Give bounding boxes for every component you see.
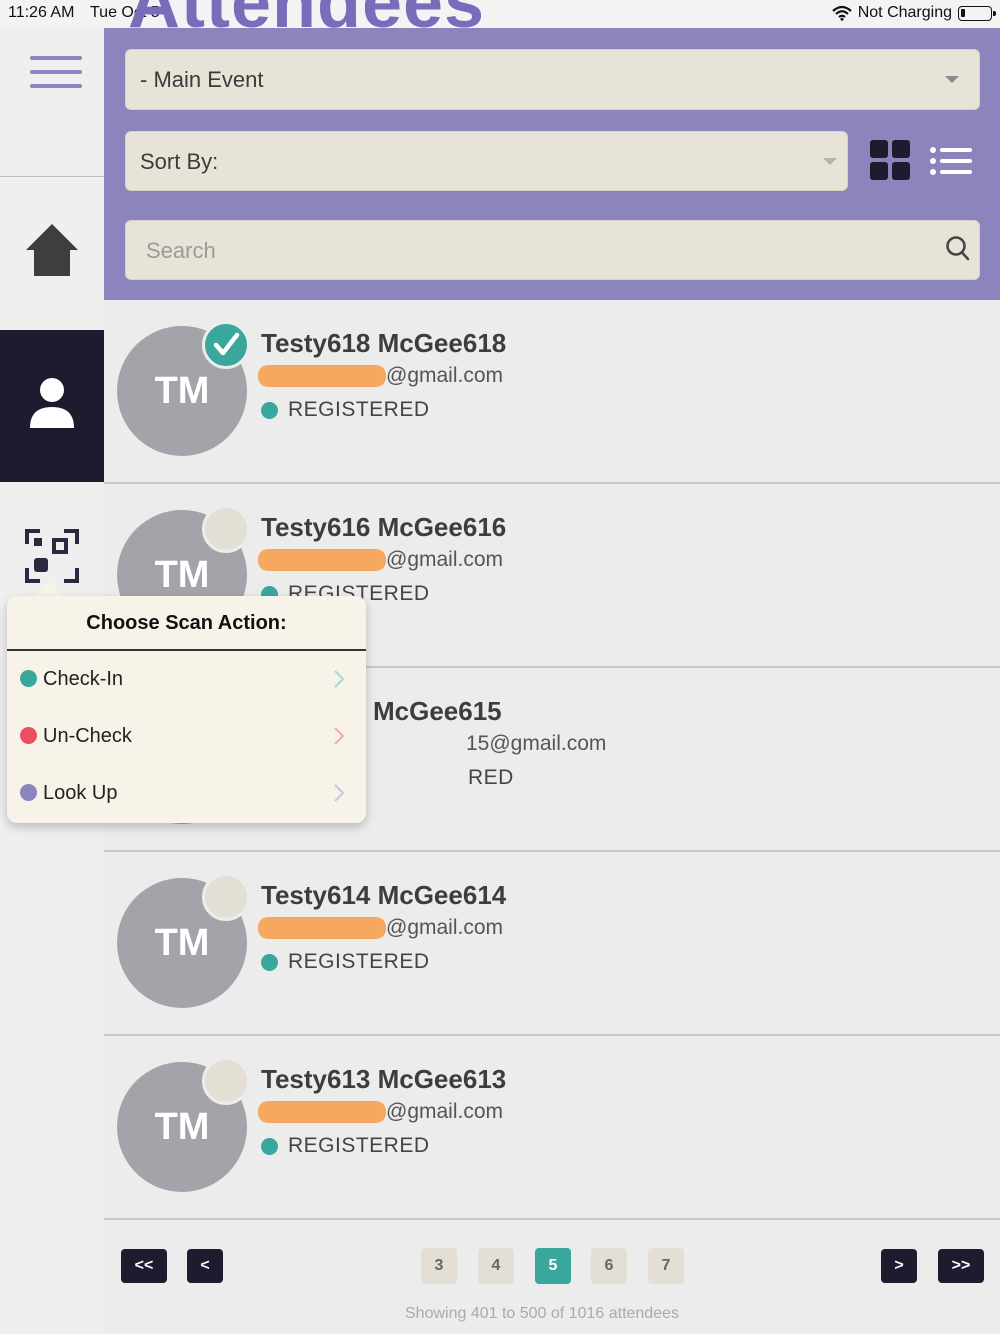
attendee-name: McGee615 — [373, 696, 502, 726]
attendee-email: @gmail.com — [258, 916, 503, 940]
sidebar-divider — [0, 176, 104, 177]
event-select-value: - Main Event — [140, 67, 264, 92]
attendee-name: Testy613 McGee613 — [261, 1064, 507, 1094]
scan-action-check-in[interactable]: Check-In — [7, 652, 366, 708]
scan-action-label: Un-Check — [43, 725, 132, 747]
scan-action-label: Check-In — [43, 668, 124, 690]
status-text: REGISTERED — [288, 950, 430, 973]
scan-action-popup: Choose Scan Action: Check-In Un-Check Lo… — [7, 596, 366, 823]
scan-action-look-up[interactable]: Look Up — [7, 766, 366, 822]
email-suffix: @gmail.com — [386, 364, 504, 387]
page-button-7[interactable]: 7 — [648, 1248, 684, 1284]
attendee-row[interactable]: TM Testy614 McGee614 @gmail.com REGISTER… — [104, 852, 1000, 1036]
chevron-right-icon — [334, 670, 345, 688]
redacted-email — [258, 549, 386, 571]
last-page-button[interactable]: >> — [938, 1249, 984, 1283]
attendee-name: Testy618 McGee618 — [261, 328, 507, 358]
chevron-down-icon — [945, 76, 959, 83]
page-button-5-current[interactable]: 5 — [535, 1248, 571, 1284]
attendee-row[interactable]: TM Testy618 McGee618 @gmail.com REGISTER… — [104, 300, 1000, 484]
next-page-button[interactable]: > — [881, 1249, 917, 1283]
scan-action-un-check[interactable]: Un-Check — [7, 709, 366, 765]
person-icon — [30, 378, 74, 428]
scan-icon[interactable] — [24, 528, 80, 584]
popup-divider — [7, 649, 366, 651]
search-placeholder: Search — [146, 238, 216, 263]
prev-page-button[interactable]: < — [187, 1249, 223, 1283]
look-up-dot — [20, 784, 37, 801]
page-button-6[interactable]: 6 — [591, 1248, 627, 1284]
grid-view-icon[interactable] — [870, 140, 910, 180]
email-suffix: @gmail.com — [386, 548, 504, 571]
list-view-icon[interactable] — [930, 147, 972, 175]
redacted-email — [258, 365, 386, 387]
status-dot — [261, 401, 278, 419]
chevron-down-icon — [823, 158, 837, 165]
pagination-summary: Showing 401 to 500 of 1016 attendees — [405, 1305, 679, 1322]
scan-action-label: Look Up — [43, 782, 118, 804]
status-dot — [261, 1137, 278, 1155]
status-time: 11:26 AM — [8, 4, 75, 21]
status-text: REGISTERED — [288, 1134, 430, 1157]
search-input[interactable]: Search — [125, 220, 980, 280]
sort-select[interactable]: Sort By: — [125, 131, 848, 191]
attendee-email: 15@gmail.com — [466, 732, 606, 756]
battery-icon — [958, 5, 996, 21]
chevron-right-icon — [334, 784, 345, 802]
hamburger-icon[interactable] — [30, 56, 82, 90]
event-select[interactable]: - Main Event — [125, 49, 980, 110]
email-suffix: 15@gmail.com — [466, 732, 607, 755]
wifi-icon — [831, 5, 852, 21]
home-icon[interactable] — [24, 222, 80, 280]
attendee-row[interactable]: TM Testy613 McGee613 @gmail.com REGISTER… — [104, 1036, 1000, 1220]
check-in-dot — [20, 670, 37, 687]
search-icon[interactable] — [945, 235, 971, 263]
attendee-status: REGISTERED — [261, 950, 430, 974]
attendee-name: Testy616 McGee616 — [261, 512, 507, 542]
attendee-email: @gmail.com — [258, 1100, 503, 1124]
attendee-status: REGISTERED — [261, 398, 430, 422]
sidebar-item-attendees[interactable] — [0, 330, 104, 482]
chevron-right-icon — [334, 727, 345, 745]
charging-status: Not Charging — [857, 4, 952, 21]
filter-header: - Main Event Sort By: Search — [104, 28, 1000, 300]
check-in-badge[interactable] — [202, 505, 250, 553]
attendee-status: RED — [468, 766, 514, 790]
checked-in-badge[interactable] — [202, 321, 250, 369]
checkmark-icon — [213, 332, 240, 356]
first-page-button[interactable]: << — [121, 1249, 167, 1283]
attendee-email: @gmail.com — [258, 364, 503, 388]
page-title: Attendees — [128, 0, 486, 43]
email-suffix: @gmail.com — [386, 916, 504, 939]
redacted-email — [258, 917, 386, 939]
status-text: REGISTERED — [288, 398, 430, 421]
page-button-4[interactable]: 4 — [478, 1248, 514, 1284]
sort-select-label: Sort By: — [140, 149, 219, 174]
check-in-badge[interactable] — [202, 873, 250, 921]
un-check-dot — [20, 727, 37, 744]
page-button-3[interactable]: 3 — [421, 1248, 457, 1284]
status-text: RED — [468, 766, 514, 789]
email-suffix: @gmail.com — [386, 1100, 504, 1123]
attendee-name: Testy614 McGee614 — [261, 880, 507, 910]
redacted-email — [258, 1101, 386, 1123]
attendee-email: @gmail.com — [258, 548, 503, 572]
check-in-badge[interactable] — [202, 1057, 250, 1105]
attendee-status: REGISTERED — [261, 1134, 430, 1158]
status-dot — [261, 953, 278, 971]
popup-title: Choose Scan Action: — [86, 612, 287, 634]
